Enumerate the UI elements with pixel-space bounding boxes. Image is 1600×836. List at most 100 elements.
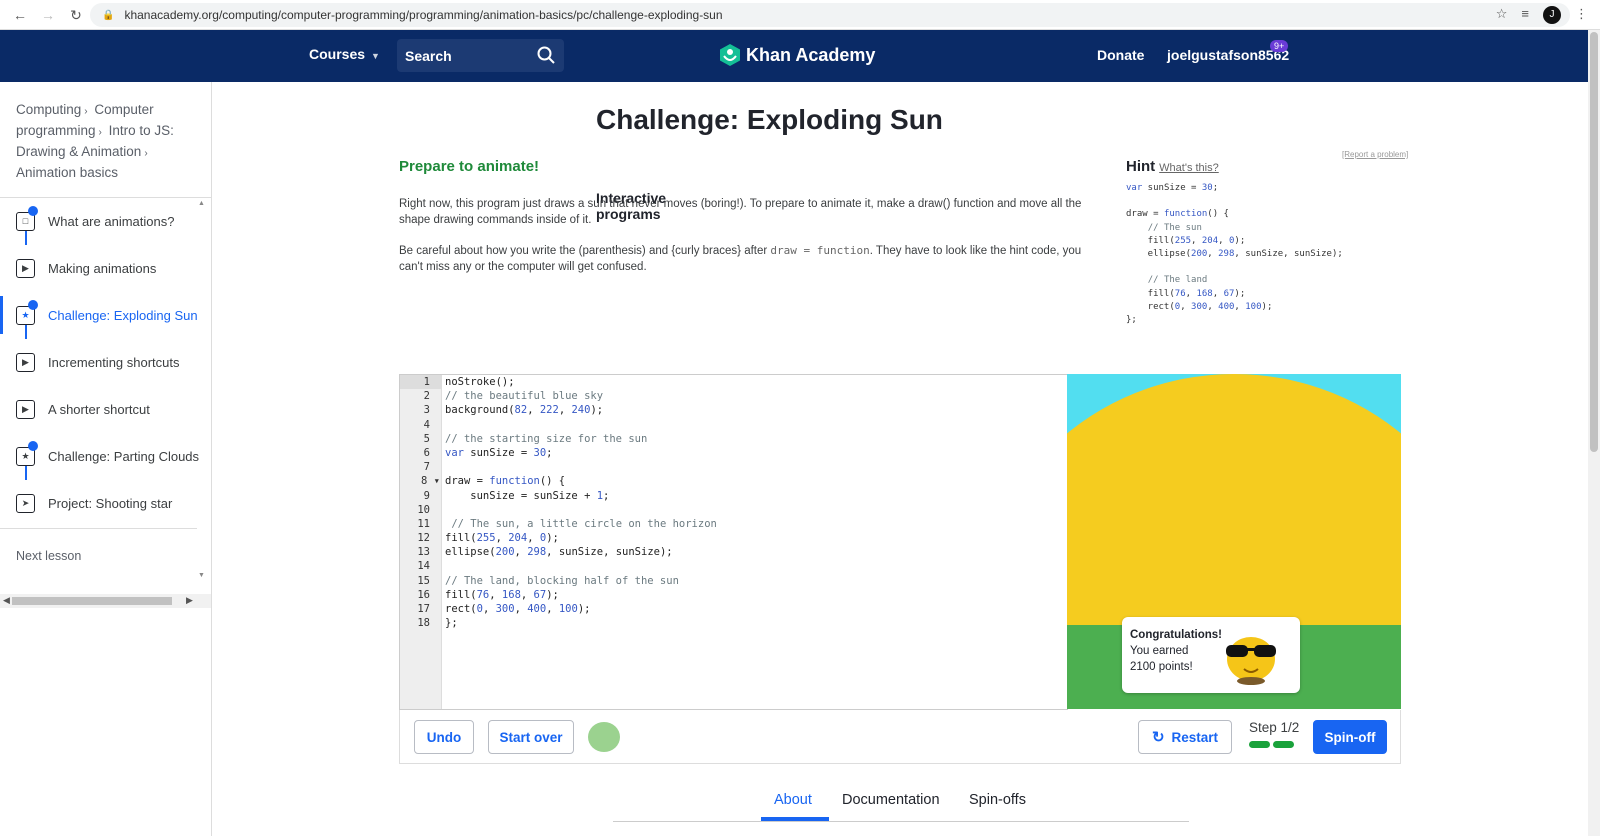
reading-list-icon[interactable]: ≡ <box>1521 6 1529 24</box>
line-number: 8 ▾ <box>421 475 440 488</box>
courses-label: Courses <box>309 46 366 62</box>
logo-leaf-icon <box>720 44 740 66</box>
progress-connector <box>25 325 27 339</box>
lesson-list: □ What are animations? ▶ Making animatio… <box>0 198 211 528</box>
code-line[interactable] <box>445 460 717 474</box>
code-line[interactable]: ellipse(200, 298, sunSize, sunSize); <box>445 545 717 559</box>
search-placeholder: Search <box>405 48 452 64</box>
code-line[interactable]: noStroke(); <box>445 375 717 389</box>
restart-button[interactable]: ↻ Restart <box>1138 720 1232 754</box>
winston-sunglasses-icon <box>1226 637 1276 685</box>
spin-off-button[interactable]: Spin-off <box>1313 720 1387 754</box>
chevron-right-icon: › <box>144 148 148 159</box>
tab-spin-offs[interactable]: Spin-offs <box>969 792 1026 808</box>
instructions-paragraph-2: Be careful about how you write the (pare… <box>399 243 1089 275</box>
completed-check-icon <box>28 441 38 451</box>
page-scrollbar[interactable] <box>1588 30 1600 836</box>
code-line[interactable]: }; <box>445 616 717 630</box>
step-progress: Step 1/2 <box>1249 720 1299 748</box>
restart-label: Restart <box>1171 729 1219 745</box>
inline-code: draw = function <box>770 244 870 257</box>
play-icon: ▶ <box>16 353 35 372</box>
bookmark-star-icon[interactable]: ☆ <box>1496 6 1508 24</box>
scrollbar-thumb[interactable] <box>1590 32 1598 452</box>
scroll-down-icon[interactable]: ▼ <box>198 572 205 579</box>
code-line[interactable]: // The sun, a little circle on the horiz… <box>445 517 717 531</box>
start-over-button[interactable]: Start over <box>488 720 574 754</box>
sidebar-horizontal-scrollbar[interactable]: ◀ ▶ <box>0 594 211 608</box>
url-text: khanacademy.org/computing/computer-progr… <box>124 8 723 22</box>
scroll-left-icon[interactable]: ◀ <box>3 595 10 606</box>
undo-button[interactable]: Undo <box>414 720 474 754</box>
notification-badge[interactable]: 9+ <box>1270 40 1289 52</box>
line-number: 3 <box>423 404 430 417</box>
line-number: 9 <box>423 489 430 502</box>
breadcrumb-animation-basics[interactable]: Animation basics <box>16 165 118 180</box>
line-number: 6 <box>423 446 430 459</box>
progress-connector <box>25 466 27 480</box>
hint-code-line <box>1126 261 1343 274</box>
lesson-item[interactable]: ▶ A shorter shortcut <box>0 386 211 433</box>
forward-icon[interactable]: → <box>40 7 56 23</box>
browser-chrome: ← → ↻ 🔒 khanacademy.org/computing/comput… <box>0 0 1600 30</box>
back-icon[interactable]: ← <box>12 7 28 23</box>
page-title: Challenge: Exploding Sun <box>596 104 943 135</box>
hint-title: Hint <box>1126 158 1156 175</box>
play-icon: ▶ <box>16 259 35 278</box>
lesson-item[interactable]: □ What are animations? <box>0 198 211 245</box>
search-input[interactable]: Search <box>397 39 564 72</box>
lesson-item-active[interactable]: ★ Challenge: Exploding Sun <box>0 292 211 339</box>
lock-icon: 🔒 <box>102 9 115 21</box>
report-problem-link[interactable]: [Report a problem] <box>1342 150 1408 159</box>
lesson-item[interactable]: ▶ Incrementing shortcuts <box>0 339 211 386</box>
code-line[interactable]: sunSize = sunSize + 1; <box>445 489 717 503</box>
profile-avatar[interactable]: J <box>1543 6 1561 24</box>
whats-this-link[interactable]: What's this? <box>1159 162 1219 174</box>
lesson-item[interactable]: ▶ Making animations <box>0 245 211 292</box>
code-line[interactable]: // the beautiful blue sky <box>445 389 717 403</box>
donate-link[interactable]: Donate <box>1097 47 1144 63</box>
user-avatar[interactable] <box>588 722 620 752</box>
hint-code-line: draw = function() { <box>1126 209 1229 220</box>
line-number: 10 <box>417 503 430 516</box>
completed-check-icon <box>28 206 38 216</box>
code-line[interactable]: fill(255, 204, 0); <box>445 531 717 545</box>
line-number: 5 <box>423 432 430 445</box>
menu-icon[interactable]: ⋮ <box>1575 6 1588 24</box>
code-line[interactable]: // The land, blocking half of the sun <box>445 574 717 588</box>
code-line[interactable] <box>445 503 717 517</box>
breadcrumb-computing[interactable]: Computing <box>16 102 81 117</box>
hint-code-line: var sunSize = 30; <box>1126 183 1219 193</box>
code-line[interactable] <box>445 560 717 574</box>
code-line[interactable]: // the starting size for the sun <box>445 432 717 446</box>
line-number: 12 <box>417 532 430 545</box>
search-icon[interactable] <box>536 45 556 65</box>
lesson-item[interactable]: ➤ Project: Shooting star <box>0 480 211 527</box>
courses-menu[interactable]: Courses ▼ <box>309 46 380 62</box>
code-text[interactable]: noStroke();// the beautiful blue sky back… <box>445 375 717 631</box>
reload-icon[interactable]: ↻ <box>68 7 84 23</box>
sidebar: Computing › Computer programming › Intro t… <box>0 82 666 836</box>
tab-about[interactable]: About <box>774 792 812 808</box>
sidebar-scrollbar[interactable]: ▲ ▼ <box>197 198 207 588</box>
code-line[interactable]: var sunSize = 30; <box>445 446 717 460</box>
scroll-right-icon[interactable]: ▶ <box>186 595 193 606</box>
next-lesson[interactable]: Next lesson Interactive programs <box>0 190 666 583</box>
scrollbar-thumb[interactable] <box>12 597 172 605</box>
code-line[interactable]: draw = function() { <box>445 474 717 488</box>
lesson-item[interactable]: ★ Challenge: Parting Clouds <box>0 433 211 480</box>
code-line[interactable]: rect(0, 300, 400, 100); <box>445 602 717 616</box>
logo-text: Khan Academy <box>746 44 876 65</box>
code-editor[interactable]: 12345678 ▾ 9 10 11 12 13 14 15 16 17 18 noStroke()… <box>399 374 1068 710</box>
scroll-up-icon[interactable]: ▲ <box>198 200 205 207</box>
next-lesson-label: Next lesson <box>16 549 82 563</box>
code-line[interactable]: fill(76, 168, 67); <box>445 588 717 602</box>
khan-academy-logo[interactable]: Khan Academy <box>720 44 875 66</box>
chevron-right-icon: › <box>98 127 102 138</box>
address-bar[interactable]: 🔒 khanacademy.org/computing/computer-pro… <box>90 3 1570 27</box>
tab-documentation[interactable]: Documentation <box>842 792 940 808</box>
line-number: 14 <box>417 560 430 573</box>
code-line[interactable]: background(82, 222, 240); <box>445 403 717 417</box>
code-line[interactable] <box>445 418 717 432</box>
line-number: 2 <box>423 390 430 403</box>
